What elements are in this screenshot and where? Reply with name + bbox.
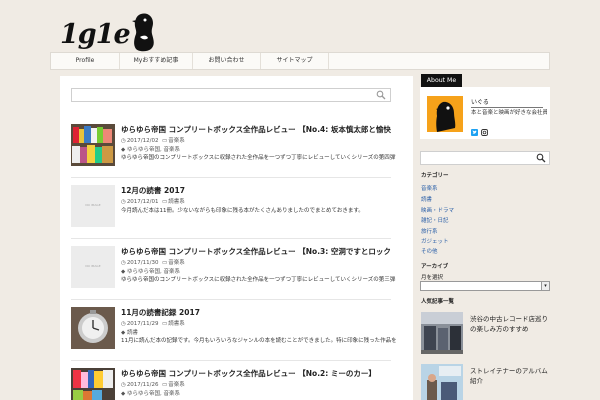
nav-item-sitemap[interactable]: サイトマップ (261, 53, 329, 69)
post-thumbnail[interactable] (71, 307, 115, 349)
folder-icon: ▭ (162, 321, 168, 327)
category-link[interactable]: その他 (421, 247, 438, 255)
folder-icon: ▭ (162, 199, 168, 205)
post-category[interactable]: 音楽系 (168, 260, 185, 266)
clock-icon: ◷ (121, 321, 126, 327)
clock-object-image (71, 307, 115, 349)
about-me-box: いぐる 本と音楽と映画が好きな会社員です。日々の生活の中で感じたことや好きなもの… (420, 87, 550, 139)
post-category[interactable]: 読書系 (168, 321, 185, 327)
logo-text: 1g1e (60, 19, 131, 50)
post-date: 2017/11/29 (126, 321, 159, 327)
author-name: いぐる (471, 97, 543, 108)
search-icon[interactable] (536, 153, 546, 163)
post-meta: ◷2017/12/01 ▭読書系 (121, 197, 185, 205)
post-date: 2017/11/30 (126, 260, 159, 266)
post-category[interactable]: 音楽系 (168, 382, 185, 388)
clock-icon: ◷ (121, 260, 126, 266)
clock-icon: ◷ (121, 382, 126, 388)
folder-icon: ▭ (162, 138, 168, 144)
site-logo[interactable]: 1g1e (60, 8, 157, 52)
post-tags: ◆ ゆらゆら帝国, 音楽系 (121, 389, 180, 397)
social-links (471, 129, 488, 136)
about-me-heading: About Me (421, 74, 462, 87)
album-cover-image (421, 364, 463, 400)
record-shelf-image (71, 368, 115, 400)
post-thumbnail[interactable]: NO IMAGE (71, 185, 115, 227)
popular-post-item[interactable]: ストレイテナーのアルバム紹介 (420, 364, 550, 400)
popular-post-thumbnail[interactable] (421, 364, 463, 400)
tag-icon: ◆ (121, 391, 126, 397)
post-tag-list[interactable]: ゆらゆら帝国, 音楽系 (127, 391, 180, 397)
post-list-item: NO IMAGE ゆらゆら帝国 コンプリートボックス全作品レビュー 【No.3:… (71, 246, 396, 300)
post-date: 2017/12/02 (126, 138, 159, 144)
post-thumbnail[interactable] (71, 124, 115, 166)
penguin-logo-icon (131, 13, 154, 52)
store-interior-image (421, 312, 463, 354)
record-shelf-image (71, 124, 115, 166)
search-input[interactable] (71, 88, 391, 102)
post-meta: ◷2017/11/30 ▭音楽系 (121, 258, 185, 266)
no-image-label: NO IMAGE (85, 264, 101, 268)
popular-post-title[interactable]: ストレイテナーのアルバム紹介 (470, 366, 550, 386)
instagram-icon[interactable] (481, 129, 488, 136)
post-thumbnail[interactable] (71, 368, 115, 400)
search-icon[interactable] (376, 90, 386, 100)
global-nav: Profile Myおすすめ記事 お問い合わせ サイトマップ (50, 52, 550, 70)
post-list-item: ゆらゆら帝国 コンプリートボックス全作品レビュー 【No.2: ミーのカー】 ◷… (71, 368, 391, 400)
main-content: ゆらゆら帝国 コンプリートボックス全作品レビュー 【No.4: 坂本慎太郎と愉快… (60, 76, 413, 400)
post-title[interactable]: 11月の読書記録 2017 (121, 307, 391, 318)
category-link[interactable]: 旅行系 (421, 227, 438, 235)
post-list-item: 11月の読書記録 2017 ◷2017/11/29 ▭読書系 ◆ 読書 11月に… (71, 307, 396, 361)
archive-select[interactable]: ▾ (420, 281, 550, 291)
author-description: 本と音楽と映画が好きな会社員です。日々の生活の中で感じたことや好きなものについて… (471, 110, 547, 116)
sidebar-search-input[interactable] (420, 151, 550, 165)
post-list-item: ゆらゆら帝国 コンプリートボックス全作品レビュー 【No.4: 坂本慎太郎と愉快… (71, 124, 396, 178)
post-tags: ◆ 読書 (121, 328, 138, 336)
site-header: 1g1e (0, 0, 600, 52)
post-excerpt: ゆらゆら帝国のコンプリートボックスに収録された全作品を一つずつ丁寧にレビューして… (121, 277, 396, 283)
nav-item-recommended[interactable]: Myおすすめ記事 (120, 53, 193, 69)
popular-post-title[interactable]: 渋谷の中古レコード店巡りの楽しみ方のすすめ (470, 314, 550, 334)
category-link[interactable]: 雑記・日記 (421, 216, 449, 224)
post-date: 2017/11/26 (126, 382, 159, 388)
post-meta: ◷2017/11/29 ▭読書系 (121, 319, 185, 327)
post-thumbnail[interactable]: NO IMAGE (71, 246, 115, 288)
twitter-icon[interactable] (471, 129, 478, 136)
post-title[interactable]: 12月の読書 2017 (121, 185, 391, 196)
post-category[interactable]: 音楽系 (168, 138, 185, 144)
category-link[interactable]: 映画・ドラマ (421, 206, 454, 214)
folder-icon: ▭ (162, 382, 168, 388)
category-link[interactable]: ガジェット (421, 237, 449, 245)
folder-icon: ▭ (162, 260, 168, 266)
categories-title: カテゴリー (421, 173, 449, 179)
archive-title: アーカイブ (421, 264, 449, 270)
clock-icon: ◷ (121, 199, 126, 205)
nav-item-profile[interactable]: Profile (51, 53, 120, 69)
post-excerpt: ゆらゆら帝国のコンプリートボックスに収録された全作品を一つずつ丁寧にレビューして… (121, 155, 396, 161)
category-link[interactable]: 読書 (421, 195, 432, 203)
post-title[interactable]: ゆらゆら帝国 コンプリートボックス全作品レビュー 【No.4: 坂本慎太郎と愉快… (121, 124, 391, 135)
post-tags: ◆ ゆらゆら帝国, 音楽系 (121, 267, 180, 275)
post-date: 2017/12/01 (126, 199, 159, 205)
post-title[interactable]: ゆらゆら帝国 コンプリートボックス全作品レビュー 【No.3: 空洞ですとロック… (121, 246, 391, 257)
post-list-item: NO IMAGE 12月の読書 2017 ◷2017/12/01 ▭読書系 今月… (71, 185, 391, 239)
nav-item-contact[interactable]: お問い合わせ (193, 53, 261, 69)
chevron-down-icon[interactable]: ▾ (541, 282, 549, 290)
post-category[interactable]: 読書系 (168, 199, 185, 205)
post-meta: ◷2017/11/26 ▭音楽系 (121, 380, 185, 388)
popular-post-item[interactable]: 渋谷の中古レコード店巡りの楽しみ方のすすめ (420, 312, 550, 358)
archive-select-label: 月を選択 (421, 275, 444, 281)
post-meta: ◷2017/12/02 ▭音楽系 (121, 136, 185, 144)
popular-post-thumbnail[interactable] (421, 312, 463, 354)
post-tags: ◆ ゆらゆら帝国, 音楽系 (121, 145, 180, 153)
penguin-avatar-icon (427, 96, 463, 132)
post-excerpt: 11月に読んだ本の記録です。今月もいろいろなジャンルの本を読むことができました。… (121, 338, 396, 344)
post-title[interactable]: ゆらゆら帝国 コンプリートボックス全作品レビュー 【No.2: ミーのカー】 (121, 368, 391, 379)
category-link[interactable]: 音楽系 (421, 184, 438, 192)
post-excerpt: 今月読んだ本は11冊。少ないながらも印象に残る本がたくさんありましたのでまとめて… (121, 208, 364, 214)
popular-posts-title: 人気記事一覧 (421, 299, 455, 305)
avatar (427, 96, 463, 132)
no-image-label: NO IMAGE (85, 203, 101, 207)
clock-icon: ◷ (121, 138, 126, 144)
